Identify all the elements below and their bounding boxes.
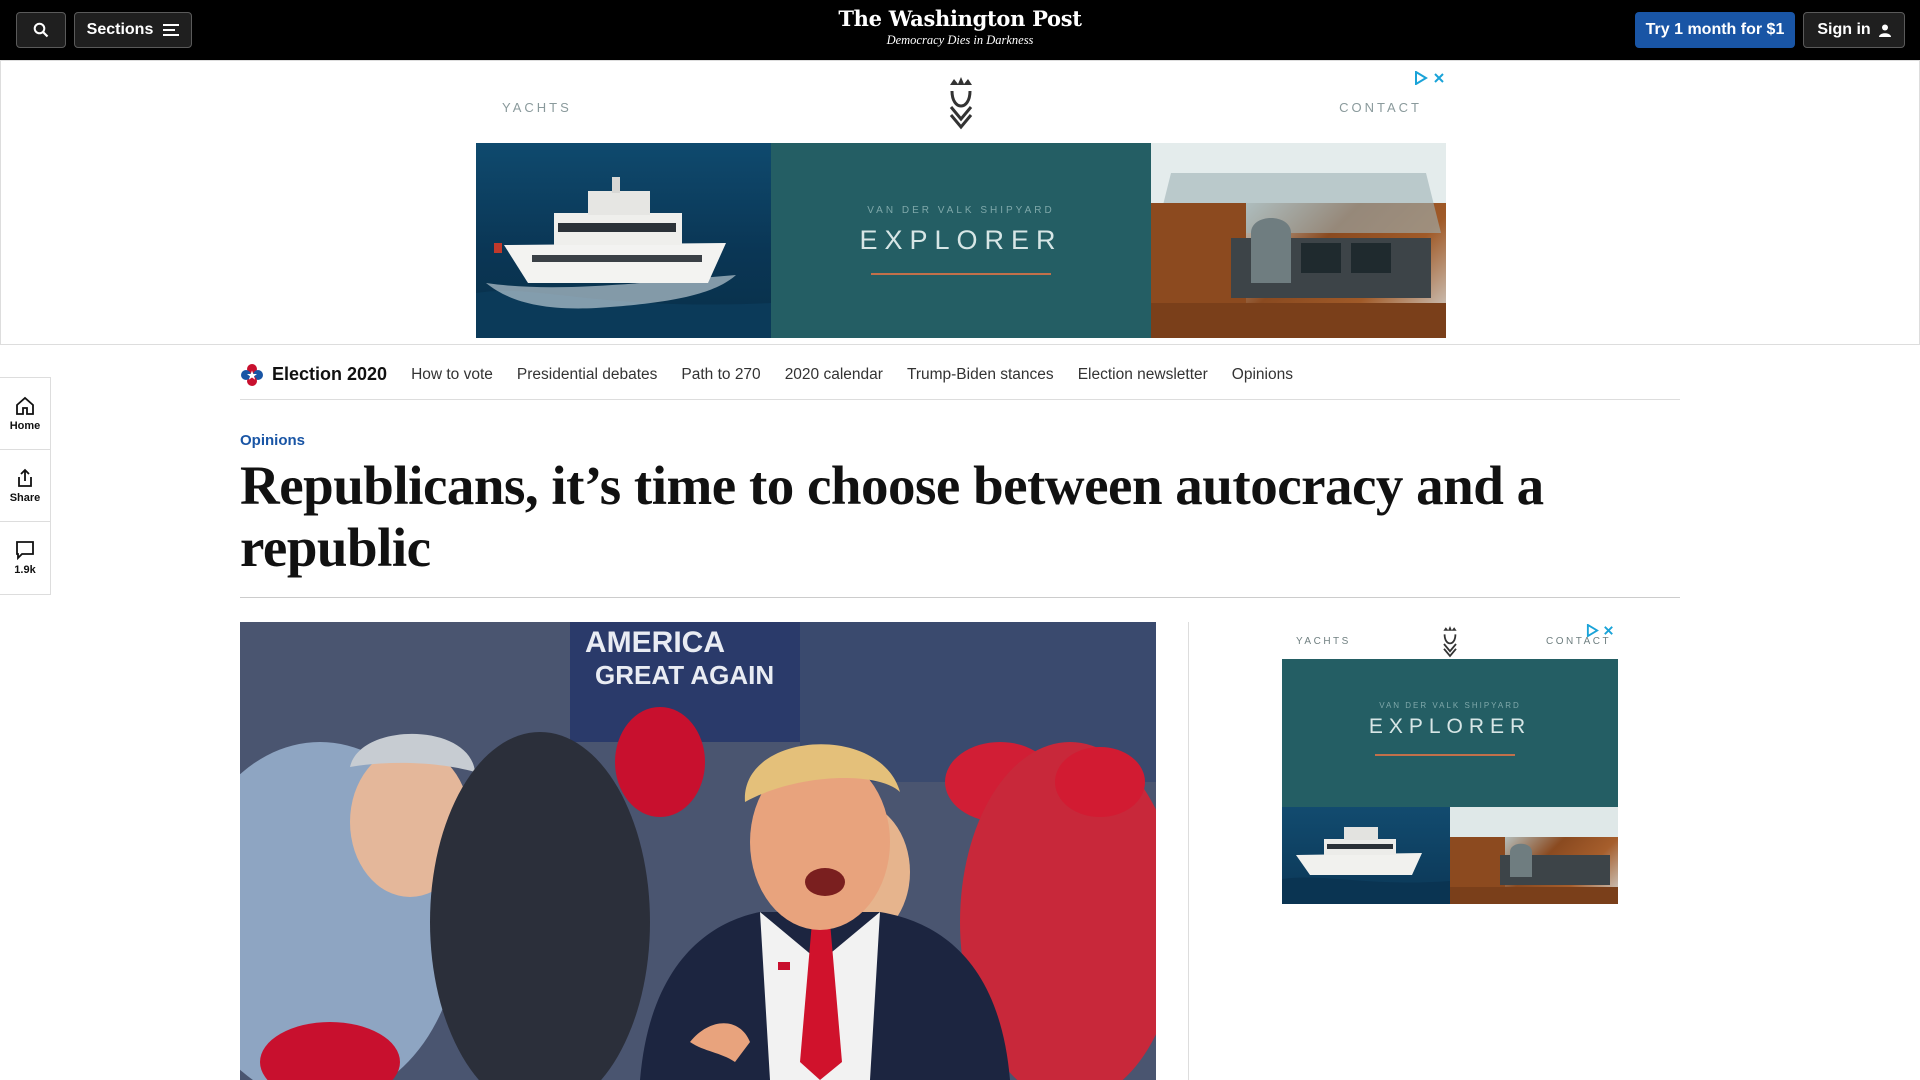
search-button[interactable]	[16, 12, 66, 48]
shipyard-crest-icon	[936, 71, 986, 153]
rail-comment-count: 1.9k	[14, 564, 36, 576]
side-ad-contact-link[interactable]: CONTACT	[1546, 636, 1611, 647]
side-adchoices-icon	[1586, 624, 1599, 637]
sections-label: Sections	[86, 21, 154, 38]
nav-opinions[interactable]: Opinions	[1232, 366, 1293, 384]
nav-election-newsletter[interactable]: Election newsletter	[1078, 366, 1208, 384]
sections-menu-button[interactable]: Sections	[74, 12, 192, 48]
hero-sign-line2: GREAT AGAIN	[595, 660, 774, 690]
rail-home-button[interactable]: Home	[0, 378, 50, 450]
side-ad-explorer-panel: VAN DER VALK SHIPYARD EXPLORER	[1282, 659, 1618, 807]
top-navigation-bar: Sections The Washington Post Democracy D…	[0, 0, 1920, 60]
share-icon	[18, 468, 32, 487]
menu-icon	[163, 24, 180, 36]
side-ad-accent-rule	[1375, 754, 1515, 756]
ad-contact-link[interactable]: CONTACT	[1339, 100, 1422, 115]
column-divider	[1188, 622, 1189, 1080]
side-ad-yacht-photo	[1282, 807, 1450, 904]
nav-how-to-vote[interactable]: How to vote	[411, 366, 493, 384]
ad-yacht-photo	[476, 143, 771, 338]
user-icon	[1878, 24, 1891, 37]
article-headline: Republicans, it’s time to choose between…	[240, 455, 1544, 578]
nav-2020-calendar[interactable]: 2020 calendar	[785, 366, 883, 384]
side-ad-explorer-title: EXPLORER	[1368, 715, 1532, 738]
side-ad-yachts-link[interactable]: YACHTS	[1296, 636, 1351, 647]
ad-choices[interactable]	[1414, 71, 1446, 85]
election-title: Election 2020	[272, 364, 388, 384]
side-ad-shipyard-name: VAN DER VALK SHIPYARD	[1379, 701, 1521, 710]
ad-accent-rule	[871, 273, 1051, 275]
nav-path-to-270[interactable]: Path to 270	[681, 366, 760, 384]
sidebar-ad[interactable]: YACHTS CONTACT VAN DER VALK SHIPYARD EXP…	[1282, 622, 1618, 904]
ad-explorer-title: EXPLORER	[859, 225, 1063, 255]
side-close-ad-icon[interactable]	[1602, 624, 1615, 637]
article-side-rail: Home Share 1.9k	[0, 377, 51, 595]
nav-trump-biden-stances[interactable]: Trump-Biden stances	[907, 366, 1054, 384]
home-icon	[16, 396, 34, 415]
election-star-icon	[241, 363, 263, 386]
ad-explorer-panel: VAN DER VALK SHIPYARD EXPLORER	[771, 143, 1151, 338]
ad-shipyard-name: VAN DER VALK SHIPYARD	[867, 205, 1055, 216]
section-kicker[interactable]: Opinions	[240, 432, 305, 449]
ad-wheelhouse-photo	[1151, 143, 1446, 338]
ad-yachts-link[interactable]: YACHTS	[502, 100, 572, 115]
nav-presidential-debates[interactable]: Presidential debates	[517, 366, 657, 384]
search-icon	[33, 22, 49, 38]
headline-divider	[240, 597, 1680, 598]
rail-share-label: Share	[9, 491, 41, 504]
rail-home-label: Home	[9, 419, 41, 432]
comment-icon	[16, 541, 34, 560]
side-ad-choices[interactable]	[1586, 624, 1615, 637]
logo-tagline: Democracy Dies in Darkness	[886, 33, 1034, 47]
hero-sign-line1: AMERICA	[585, 626, 725, 659]
close-ad-icon[interactable]	[1432, 71, 1446, 85]
side-ad-wheelhouse-photo	[1450, 807, 1618, 904]
election-2020-link[interactable]: Election 2020	[240, 363, 387, 387]
site-logo[interactable]: The Washington Post Democracy Dies in Da…	[760, 6, 1160, 48]
rail-comments-button[interactable]: 1.9k	[0, 522, 50, 594]
adchoices-icon	[1415, 71, 1428, 85]
sign-in-label: Sign in	[1817, 21, 1871, 38]
logo-wordmark: The Washington Post	[838, 6, 1082, 31]
top-banner-ad[interactable]: YACHTS CONTACT VAN DER VALK SHIPYARD EXP…	[0, 60, 1920, 345]
election-subnav: Election 2020 How to vote Presidential d…	[240, 350, 1680, 400]
subscribe-trial-button[interactable]: Try 1 month for $1	[1635, 12, 1795, 48]
sign-in-button[interactable]: Sign in	[1803, 12, 1905, 48]
rail-share-button[interactable]: Share	[0, 450, 50, 522]
hero-photo[interactable]: AMERICA GREAT AGAIN	[240, 622, 1156, 1080]
